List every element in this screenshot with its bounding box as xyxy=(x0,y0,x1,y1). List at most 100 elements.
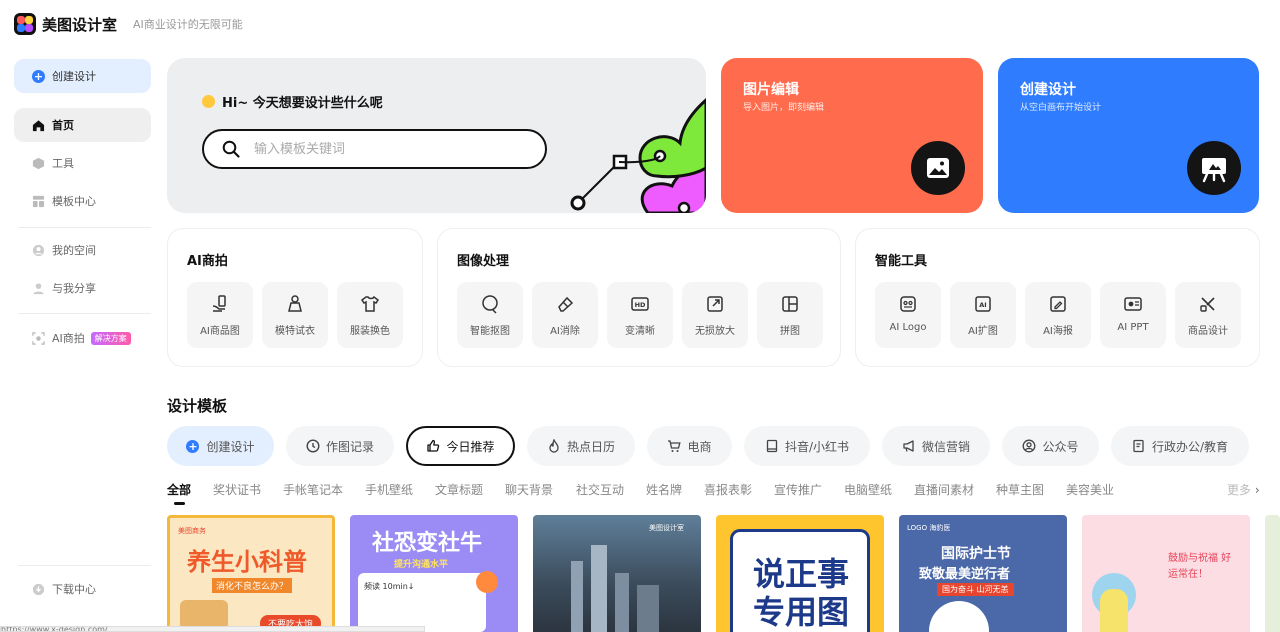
sidebar-item-shared-with-me[interactable]: 与我分享 xyxy=(14,271,151,305)
thumb-sticker xyxy=(476,571,498,593)
tool-group-image-processing: 图像处理 智能抠图 AI消除 HD 变清晰 无损放大 拼图 xyxy=(437,228,841,367)
tool-ai-logo[interactable]: AI Logo xyxy=(875,282,941,348)
tool-lossless-upscale[interactable]: 无损放大 xyxy=(682,282,748,348)
pill-hot-calendar[interactable]: 热点日历 xyxy=(527,426,635,466)
eraser-icon xyxy=(558,296,574,312)
category-tab[interactable]: 文章标题 xyxy=(435,481,483,498)
sidebar-item-label: 与我分享 xyxy=(52,282,96,295)
category-tab[interactable]: 姓名牌 xyxy=(646,481,682,498)
brand-slogan: AI商业设计的无限可能 xyxy=(133,18,243,31)
template-thumb[interactable]: 社恐变社牛 提升沟通水平 频读 10min↓ xyxy=(350,515,518,632)
thumb-building xyxy=(571,561,583,632)
cutout-icon xyxy=(482,295,498,314)
category-tab[interactable]: 种草主图 xyxy=(996,481,1044,498)
ppt-icon xyxy=(1124,297,1142,311)
tool-group-title: 智能工具 xyxy=(875,254,928,269)
tool-ai-poster[interactable]: AI海报 xyxy=(1025,282,1091,348)
category-tab[interactable]: 全部 xyxy=(167,481,191,498)
category-tab[interactable]: 电脑壁纸 xyxy=(844,481,892,498)
category-tab[interactable]: 喜报表彰 xyxy=(704,481,752,498)
solution-badge: 解决方案 xyxy=(90,331,131,345)
thumb-title: 社恐变社牛 xyxy=(372,531,483,556)
logo-tool-icon xyxy=(900,296,916,312)
logo-icon xyxy=(14,13,36,35)
tool-model-try-on[interactable]: 模特试衣 xyxy=(262,282,328,348)
tool-label: AI消除 xyxy=(550,326,580,337)
template-thumb[interactable]: 鼓励与祝福 好运常在！ xyxy=(1082,515,1250,632)
tool-group-title: AI商拍 xyxy=(187,254,228,269)
tool-group-title: 图像处理 xyxy=(457,254,510,269)
sidebar-divider xyxy=(18,565,151,566)
sidebar-create-label: 创建设计 xyxy=(52,70,96,83)
pill-label: 行政办公/教育 xyxy=(1151,439,1229,454)
sidebar-item-label: 工具 xyxy=(52,157,74,170)
pill-ecommerce[interactable]: 电商 xyxy=(647,426,732,466)
sidebar-item-template-center[interactable]: 模板中心 xyxy=(14,184,151,218)
hero-question-text: Hi~ 今天想要设计些什么呢 xyxy=(222,96,383,111)
thumb-subtitle: 致敬最美逆行者 xyxy=(919,567,1011,582)
tool-enhance-clarity[interactable]: HD 变清晰 xyxy=(607,282,673,348)
card-title: 创建设计 xyxy=(1020,82,1076,98)
tool-ai-ppt[interactable]: AI PPT xyxy=(1100,282,1166,348)
sidebar-item-home[interactable]: 首页 xyxy=(14,108,151,142)
sidebar-item-download-center[interactable]: 下载中心 xyxy=(14,572,151,606)
thumb-title: 养生小科普 xyxy=(187,548,307,576)
tool-ai-product-image[interactable]: AI商品图 xyxy=(187,282,253,348)
template-thumb[interactable]: 美图商务 养生小科普 消化不良怎么办？ 不要吃太饱 xyxy=(167,515,335,632)
account-icon xyxy=(1023,439,1036,453)
tool-label: 无损放大 xyxy=(695,326,735,337)
pill-office-education[interactable]: 行政办公/教育 xyxy=(1111,426,1249,466)
category-tab[interactable]: 社交互动 xyxy=(576,481,624,498)
brand-logo[interactable]: 美图设计室 AI商业设计的无限可能 xyxy=(14,13,243,35)
tool-ai-expand[interactable]: AI AI扩图 xyxy=(950,282,1016,348)
category-tab[interactable]: 聊天背景 xyxy=(505,481,553,498)
template-thumb[interactable]: 美图设计室 xyxy=(533,515,701,632)
thumb-building xyxy=(615,573,629,632)
cart-icon xyxy=(668,440,682,452)
hd-icon: HD xyxy=(631,297,649,311)
sidebar-item-label: AI商拍 xyxy=(52,332,85,345)
image-edit-card[interactable]: 图片编辑 导入图片，即刻编辑 xyxy=(721,58,983,213)
tool-label: AI PPT xyxy=(1117,322,1149,333)
home-icon xyxy=(32,119,45,131)
tool-smart-cutout[interactable]: 智能抠图 xyxy=(457,282,523,348)
pill-douyin-xiaohongshu[interactable]: 抖音/小红书 xyxy=(744,426,870,466)
flame-icon xyxy=(549,439,559,453)
tool-label: AI海报 xyxy=(1043,326,1073,337)
category-tab[interactable]: 美容美业 xyxy=(1066,481,1114,498)
pill-wechat-marketing[interactable]: 微信营销 xyxy=(882,426,990,466)
sidebar-divider xyxy=(18,313,151,314)
tool-clothing-recolor[interactable]: 服装换色 xyxy=(337,282,403,348)
sidebar-item-tools[interactable]: 工具 xyxy=(14,146,151,180)
template-thumb[interactable]: 说正事专用图 xyxy=(716,515,884,632)
sidebar-create-design-button[interactable]: + 创建设计 xyxy=(14,59,151,93)
templates-section-title: 设计模板 xyxy=(167,397,228,415)
template-thumb[interactable]: LOGO 海豹医 国际护士节 致敬最美逆行者 国为奋斗 山河无恙 xyxy=(899,515,1067,632)
template-search-box[interactable] xyxy=(202,129,547,169)
tool-group-ai-shoot: AI商拍 AI商品图 模特试衣 服装换色 xyxy=(167,228,423,367)
svg-text:HD: HD xyxy=(635,301,646,309)
pill-today-recommend[interactable]: 今日推荐 xyxy=(406,426,515,466)
pill-history[interactable]: 作图记录 xyxy=(286,426,394,466)
pill-official-account[interactable]: 公众号 xyxy=(1002,426,1099,466)
search-icon[interactable] xyxy=(222,140,240,158)
create-design-card[interactable]: 创建设计 从空白画布开始设计 xyxy=(998,58,1259,213)
sidebar-item-label: 下载中心 xyxy=(52,583,96,596)
browser-status-url: https://www.x-design.com/ xyxy=(0,626,425,632)
sidebar-item-my-space[interactable]: 我的空间 xyxy=(14,233,151,267)
sidebar-item-label: 我的空间 xyxy=(52,244,96,257)
search-input[interactable] xyxy=(254,141,504,157)
category-tab[interactable]: 直播间素材 xyxy=(914,481,974,498)
sidebar-item-ai-shoot[interactable]: AI商拍 解决方案 xyxy=(14,321,151,355)
tool-collage[interactable]: 拼图 xyxy=(757,282,823,348)
pill-create-design[interactable]: + 创建设计 xyxy=(167,426,274,466)
more-categories-link[interactable]: 更多 › xyxy=(1227,481,1260,498)
category-tab[interactable]: 手机壁纸 xyxy=(365,481,413,498)
tool-ai-eraser[interactable]: AI消除 xyxy=(532,282,598,348)
category-tab[interactable]: 宣传推广 xyxy=(774,481,822,498)
template-thumb[interactable] xyxy=(1265,515,1280,632)
document-edit-icon xyxy=(1133,439,1144,453)
category-tab[interactable]: 奖状证书 xyxy=(213,481,261,498)
category-tab[interactable]: 手帐笔记本 xyxy=(283,481,343,498)
tool-product-design[interactable]: 商品设计 xyxy=(1175,282,1241,348)
